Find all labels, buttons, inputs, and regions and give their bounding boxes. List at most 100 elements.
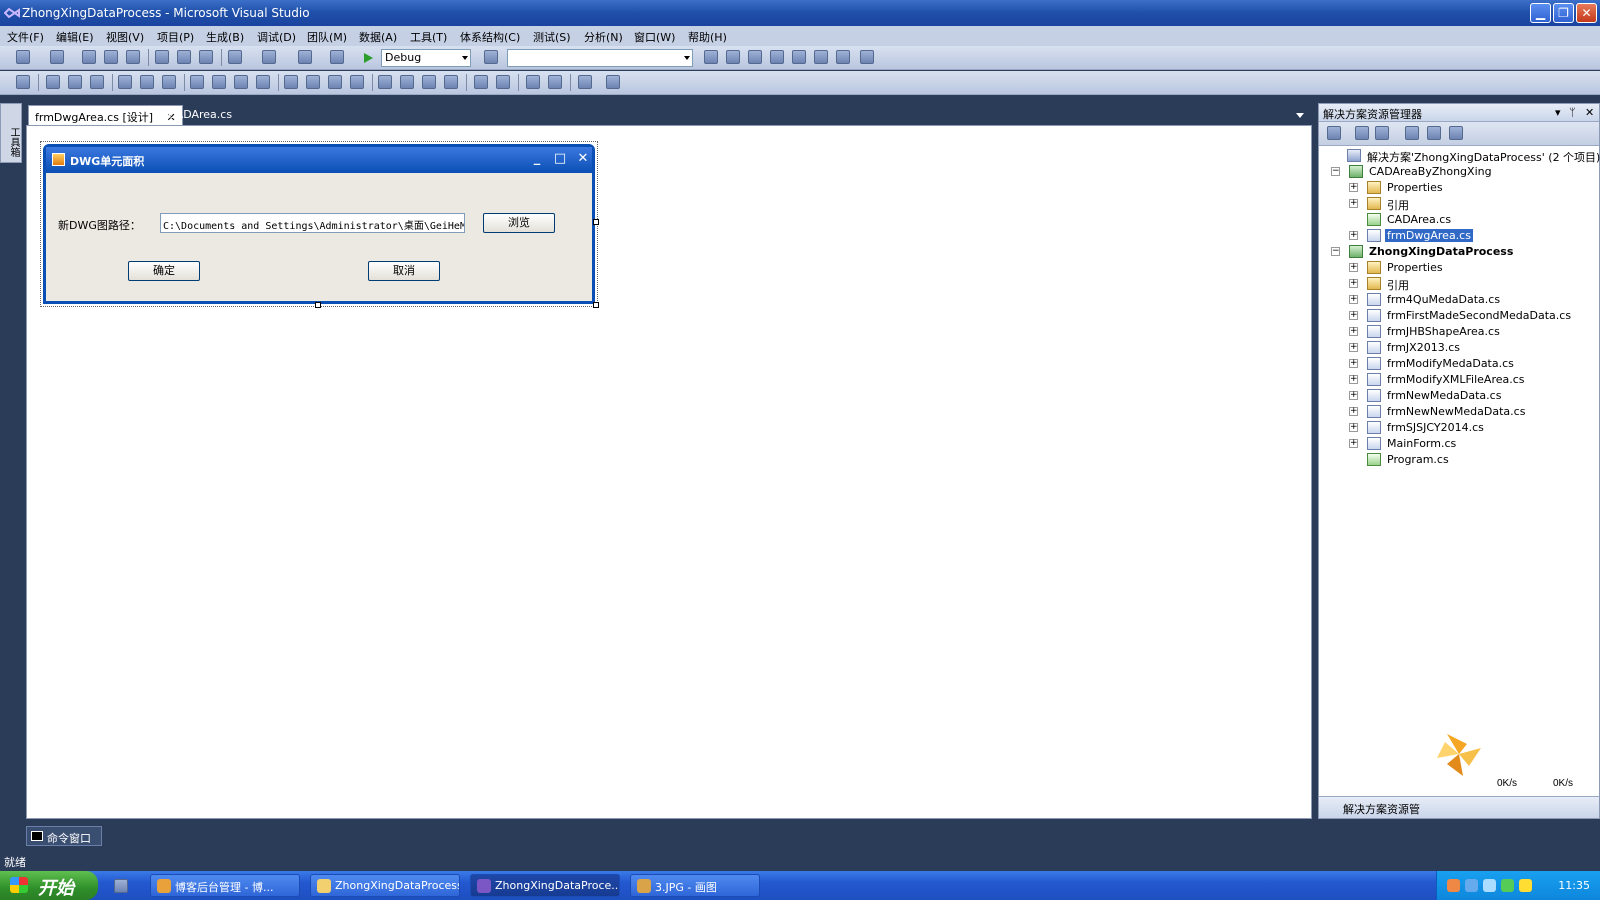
taskbar-item[interactable]: 3.JPG - 画图 <box>630 874 760 897</box>
expand-icon[interactable]: + <box>1349 231 1358 240</box>
solution-explorer-icon[interactable] <box>704 50 718 64</box>
tree-node[interactable]: + MainForm.cs <box>1319 436 1599 452</box>
expand-icon[interactable]: + <box>1349 375 1358 384</box>
new-project-icon[interactable] <box>16 50 30 64</box>
chevron-down-icon[interactable] <box>1296 113 1304 118</box>
menu-tools[interactable]: 工具(T) <box>410 29 447 45</box>
lock-controls-icon[interactable] <box>578 75 592 89</box>
save-icon[interactable] <box>104 50 118 64</box>
tree-node[interactable]: + 引用 <box>1319 196 1599 212</box>
extension-manager-icon[interactable] <box>836 50 850 64</box>
copy-icon[interactable] <box>177 50 191 64</box>
menu-help[interactable]: 帮助(H) <box>688 29 727 45</box>
expand-icon[interactable]: + <box>1349 359 1358 368</box>
menu-architecture[interactable]: 体系结构(C) <box>460 29 520 45</box>
start-debugging-icon[interactable] <box>362 52 374 64</box>
tray-app-icon[interactable] <box>1447 879 1460 892</box>
browse-button[interactable]: 浏览 <box>483 213 555 233</box>
expand-icon[interactable]: + <box>1349 183 1358 192</box>
navigate-backward-icon[interactable] <box>298 50 312 64</box>
increase-horizontal-spacing-icon[interactable] <box>306 75 320 89</box>
tree-node[interactable]: + frmJHBShapeArea.cs <box>1319 324 1599 340</box>
tree-node[interactable]: 解决方案'ZhongXingDataProcess' (2 个项目) <box>1319 148 1600 164</box>
tree-node[interactable]: + frm4QuMedaData.cs <box>1319 292 1599 308</box>
taskbar-item[interactable]: ZhongXingDataProcess <box>310 874 460 897</box>
resize-handle-bottom[interactable] <box>315 302 321 308</box>
menu-data[interactable]: 数据(A) <box>359 29 397 45</box>
form-designer-surface[interactable]: DWG单元面积 _ □ ✕ 新DWG图路径： C:\Documents and … <box>26 125 1312 819</box>
tray-network-icon[interactable] <box>1465 879 1478 892</box>
command-window-tab[interactable]: 命令窗口 <box>26 826 102 846</box>
solution-explorer-footer-tab[interactable]: 解决方案资源管 <box>1319 796 1599 818</box>
expand-icon[interactable]: + <box>1349 439 1358 448</box>
vertical-spacing-equal-icon[interactable] <box>378 75 392 89</box>
remove-horizontal-spacing-icon[interactable] <box>350 75 364 89</box>
close-panel-icon[interactable]: ✕ <box>1585 106 1594 119</box>
size-to-grid-icon[interactable] <box>212 75 226 89</box>
undo-icon[interactable] <box>228 50 242 64</box>
form-close-button[interactable]: ✕ <box>574 151 592 169</box>
save-all-icon[interactable] <box>126 50 140 64</box>
align-tops-icon[interactable] <box>118 75 132 89</box>
view-code-icon[interactable] <box>1405 126 1419 140</box>
resize-handle-bottom-right[interactable] <box>593 302 599 308</box>
expand-icon[interactable]: + <box>1349 343 1358 352</box>
remove-vertical-spacing-icon[interactable] <box>444 75 458 89</box>
tab-order-icon[interactable] <box>606 75 620 89</box>
tree-node[interactable]: − CADAreaByZhongXing <box>1319 164 1599 180</box>
align-middles-icon[interactable] <box>140 75 154 89</box>
object-browser-icon[interactable] <box>748 50 762 64</box>
menu-analyze[interactable]: 分析(N) <box>584 29 623 45</box>
form-maximize-button[interactable]: □ <box>551 151 569 169</box>
tree-node[interactable]: − ZhongXingDataProcess <box>1319 244 1599 260</box>
open-file-icon[interactable] <box>82 50 96 64</box>
tray-volume-icon[interactable] <box>1483 879 1496 892</box>
tray-security-icon[interactable] <box>1501 879 1514 892</box>
cut-icon[interactable] <box>155 50 169 64</box>
menu-file[interactable]: 文件(F) <box>7 29 44 45</box>
start-page-icon[interactable] <box>814 50 828 64</box>
tab-cadarea-cs[interactable]: CADArea.cs <box>162 105 238 125</box>
send-to-back-icon[interactable] <box>548 75 562 89</box>
expand-icon[interactable]: + <box>1349 327 1358 336</box>
expand-icon[interactable]: + <box>1349 391 1358 400</box>
make-same-width-icon[interactable] <box>190 75 204 89</box>
tree-node[interactable]: + frmNewMedaData.cs <box>1319 388 1599 404</box>
add-item-icon[interactable] <box>50 50 64 64</box>
collapse-icon[interactable]: − <box>1331 247 1340 256</box>
menu-debug[interactable]: 调试(D) <box>257 29 296 45</box>
tree-node[interactable]: + frmDwgArea.cs <box>1319 228 1599 244</box>
toolbox-icon[interactable] <box>770 50 784 64</box>
collapse-icon[interactable]: − <box>1331 167 1340 176</box>
expand-icon[interactable]: + <box>1349 407 1358 416</box>
tree-node[interactable]: + frmModifyMedaData.cs <box>1319 356 1599 372</box>
expand-icon[interactable]: + <box>1349 423 1358 432</box>
tree-node[interactable]: + Properties <box>1319 180 1599 196</box>
expand-icon[interactable]: + <box>1349 199 1358 208</box>
expand-icon[interactable]: + <box>1349 263 1358 272</box>
show-all-files-icon[interactable] <box>1355 126 1369 140</box>
align-lefts-icon[interactable] <box>46 75 60 89</box>
tree-node[interactable]: + frmJX2013.cs <box>1319 340 1599 356</box>
tools-icon[interactable] <box>792 50 806 64</box>
cancel-button[interactable]: 取消 <box>368 261 440 281</box>
restore-button[interactable]: ❐ <box>1553 3 1574 23</box>
view-designer-icon[interactable] <box>1427 126 1441 140</box>
menu-window[interactable]: 窗口(W) <box>634 29 675 45</box>
center-horizontally-icon[interactable] <box>474 75 488 89</box>
make-same-size-icon[interactable] <box>256 75 270 89</box>
tree-node[interactable]: + frmModifyXMLFileArea.cs <box>1319 372 1599 388</box>
menu-test[interactable]: 测试(S) <box>533 29 571 45</box>
tree-node[interactable]: CADArea.cs <box>1319 212 1599 228</box>
dwg-area-form[interactable]: DWG单元面积 _ □ ✕ 新DWG图路径： C:\Documents and … <box>43 144 595 304</box>
align-bottoms-icon[interactable] <box>162 75 176 89</box>
decrease-horizontal-spacing-icon[interactable] <box>328 75 342 89</box>
menu-build[interactable]: 生成(B) <box>206 29 244 45</box>
align-centers-icon[interactable] <box>68 75 82 89</box>
class-diagram-icon[interactable] <box>1449 126 1463 140</box>
tab-frmdwgarea-design[interactable]: frmDwgArea.cs [设计] ✕ <box>28 105 183 125</box>
close-button[interactable]: ✕ <box>1576 3 1597 23</box>
form-minimize-button[interactable]: _ <box>528 151 546 169</box>
menu-project[interactable]: 项目(P) <box>157 29 194 45</box>
taskbar-item[interactable]: ZhongXingDataProce... <box>470 874 620 897</box>
